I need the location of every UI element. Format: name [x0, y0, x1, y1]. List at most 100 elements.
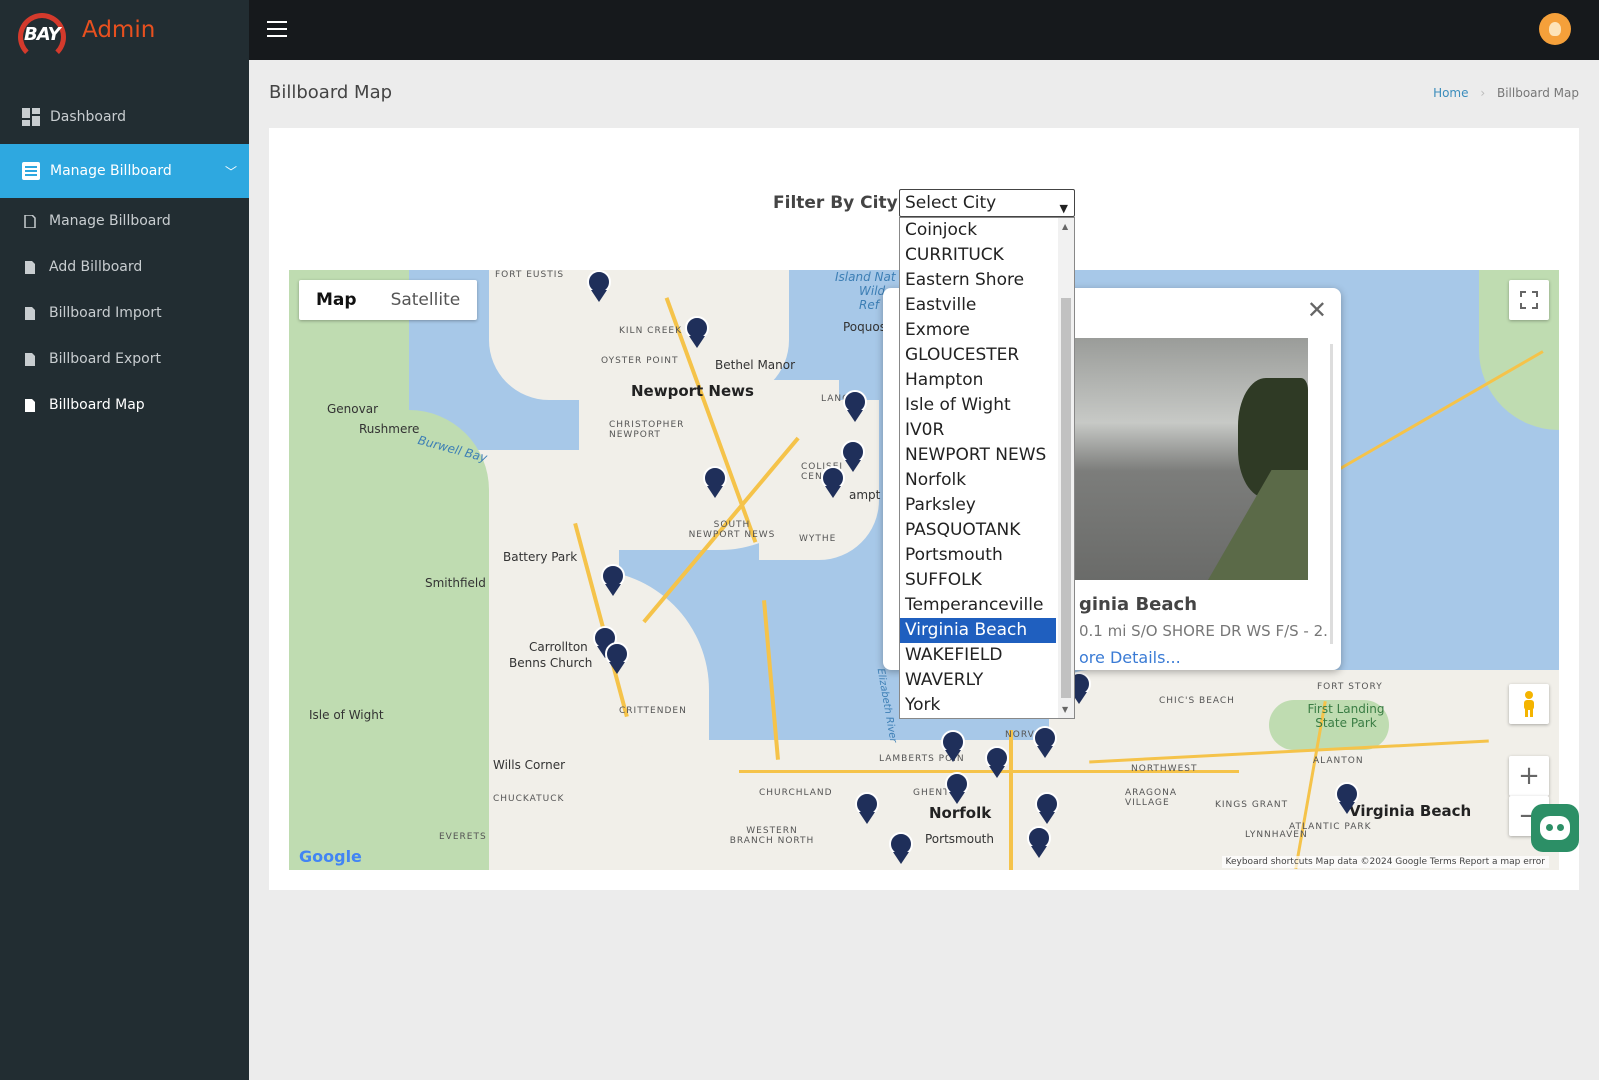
dropdown-scrollbar[interactable]: ▲ ▼	[1058, 218, 1074, 718]
file-icon	[24, 306, 36, 320]
map-label: ALANTON	[1313, 756, 1364, 766]
city-option[interactable]: CURRITUCK	[900, 243, 1056, 268]
map-label-city: Newport News	[631, 382, 754, 400]
zoom-in-button[interactable]: +	[1509, 756, 1549, 796]
billboard-marker[interactable]	[1027, 826, 1051, 860]
billboard-marker[interactable]	[587, 270, 611, 304]
billboard-marker[interactable]	[941, 730, 965, 764]
city-option[interactable]: Virginia Beach	[900, 618, 1056, 643]
map-label: CRITTENDEN	[619, 706, 687, 716]
map-label: Portsmouth	[925, 832, 994, 846]
sidebar-subitem-billboard-map[interactable]: Billboard Map	[0, 382, 249, 428]
billboard-marker[interactable]	[601, 564, 625, 598]
city-option[interactable]: Norfolk	[900, 468, 1056, 493]
billboard-marker[interactable]	[855, 792, 879, 826]
user-icon	[1549, 22, 1561, 36]
user-avatar[interactable]	[1539, 13, 1571, 45]
scrollbar-thumb[interactable]	[1061, 298, 1071, 698]
billboard-marker[interactable]	[821, 466, 845, 500]
city-option[interactable]: IV0R	[900, 418, 1056, 443]
map-label: CHUCKATUCK	[493, 794, 565, 804]
brand[interactable]: BAY Admin	[0, 0, 249, 61]
sidebar-subitem-label: Manage Billboard	[49, 213, 171, 229]
map-label: ARAGONA VILLAGE	[1125, 788, 1177, 808]
sidebar-subitem-billboard-export[interactable]: Billboard Export	[0, 336, 249, 382]
map-label: KINGS GRANT	[1215, 800, 1289, 810]
map-label: KILN CREEK	[619, 326, 682, 336]
sidebar-subitem-label: Add Billboard	[49, 259, 143, 275]
billboard-marker[interactable]	[1335, 782, 1359, 816]
more-details-link[interactable]: ore Details...	[1079, 648, 1181, 667]
sidebar-item-manage-billboard[interactable]: Manage Billboard ﹀	[0, 144, 249, 198]
city-option[interactable]: Eastville	[900, 293, 1056, 318]
city-option[interactable]: York	[900, 693, 1056, 718]
dashboard-icon	[22, 108, 40, 126]
city-option[interactable]: Isle of Wight	[900, 393, 1056, 418]
list-icon	[22, 162, 40, 180]
hamburger-menu-icon[interactable]	[267, 21, 287, 37]
sidebar: BAY Admin Dashboard Manage Billboard ﹀ M…	[0, 0, 249, 1080]
billboard-marker[interactable]	[1035, 792, 1059, 826]
sidebar-subitem-billboard-import[interactable]: Billboard Import	[0, 290, 249, 336]
map-type-satellite-button[interactable]: Satellite	[374, 280, 478, 320]
file-icon	[24, 352, 36, 366]
city-option[interactable]: Coinjock	[900, 218, 1056, 243]
map-label: Elizabeth River	[874, 667, 899, 744]
billboard-marker[interactable]	[605, 642, 629, 676]
pegman-icon[interactable]	[1509, 684, 1549, 724]
city-option[interactable]: WAKEFIELD	[900, 643, 1056, 668]
sidebar-item-dashboard[interactable]: Dashboard	[0, 90, 249, 144]
city-select[interactable]: Select City ▼	[899, 189, 1075, 217]
map-label: Carrollton	[529, 640, 588, 654]
billboard-marker[interactable]	[703, 466, 727, 500]
city-option[interactable]: NEWPORT NEWS	[900, 443, 1056, 468]
map-label: CHIC'S BEACH	[1159, 696, 1235, 706]
billboard-marker[interactable]	[685, 316, 709, 350]
scroll-up-icon[interactable]: ▲	[1062, 222, 1068, 231]
breadcrumb: Home › Billboard Map	[1433, 86, 1579, 100]
map-type-map-button[interactable]: Map	[299, 280, 374, 320]
city-option[interactable]: Eastern Shore	[900, 268, 1056, 293]
map-label: Genovar	[327, 402, 379, 416]
fullscreen-icon[interactable]	[1509, 280, 1549, 320]
info-place: ginia Beach	[1079, 594, 1198, 615]
close-icon[interactable]: ✕	[1307, 296, 1327, 324]
file-icon	[24, 398, 36, 412]
scroll-down-icon[interactable]: ▼	[1062, 705, 1068, 714]
city-option[interactable]: Temperanceville	[900, 593, 1056, 618]
city-option[interactable]: Hampton	[900, 368, 1056, 393]
file-icon	[24, 213, 36, 229]
sidebar-subitem-manage-billboard[interactable]: Manage Billboard	[0, 198, 249, 244]
top-navbar	[249, 0, 1599, 60]
city-option[interactable]: GLOUCESTER	[900, 343, 1056, 368]
brand-title: Admin	[82, 17, 156, 43]
map-label: FORT EUSTIS	[495, 270, 565, 280]
map-label: Wills Corner	[493, 758, 566, 772]
map-label: Benns Church	[509, 656, 593, 670]
info-scrollbar[interactable]	[1330, 344, 1333, 644]
billboard-marker[interactable]	[985, 746, 1009, 780]
billboard-photo	[1073, 338, 1308, 580]
billboard-marker[interactable]	[889, 832, 913, 866]
city-option[interactable]: SUFFOLK	[900, 568, 1056, 593]
map-label: Isle of Wight	[309, 708, 384, 722]
breadcrumb-home-link[interactable]: Home	[1433, 86, 1468, 100]
sidebar-nav: Dashboard Manage Billboard ﹀ Manage Bill…	[0, 90, 249, 428]
map-label: SOUTH NEWPORT NEWS	[688, 520, 776, 540]
city-option[interactable]: Portsmouth	[900, 543, 1056, 568]
sidebar-subitem-add-billboard[interactable]: Add Billboard	[0, 244, 249, 290]
city-option[interactable]: PASQUOTANK	[900, 518, 1056, 543]
billboard-marker[interactable]	[1033, 726, 1057, 760]
city-option[interactable]: Exmore	[900, 318, 1056, 343]
city-option[interactable]: WAVERLY	[900, 668, 1056, 693]
map-label: WESTERN BRANCH NORTH	[729, 826, 815, 846]
billboard-marker[interactable]	[843, 390, 867, 424]
billboard-marker[interactable]	[945, 772, 969, 806]
breadcrumb-current: Billboard Map	[1496, 86, 1579, 100]
sidebar-item-label: Dashboard	[50, 109, 126, 125]
map-attribution[interactable]: Keyboard shortcuts Map data ©2024 Google…	[1221, 856, 1549, 868]
sidebar-subitem-label: Billboard Import	[49, 305, 162, 321]
city-option[interactable]: Parksley	[900, 493, 1056, 518]
assistant-robot-icon[interactable]	[1531, 804, 1579, 852]
city-dropdown-list[interactable]: Coinjock CURRITUCK Eastern Shore Eastville E…	[899, 217, 1075, 719]
